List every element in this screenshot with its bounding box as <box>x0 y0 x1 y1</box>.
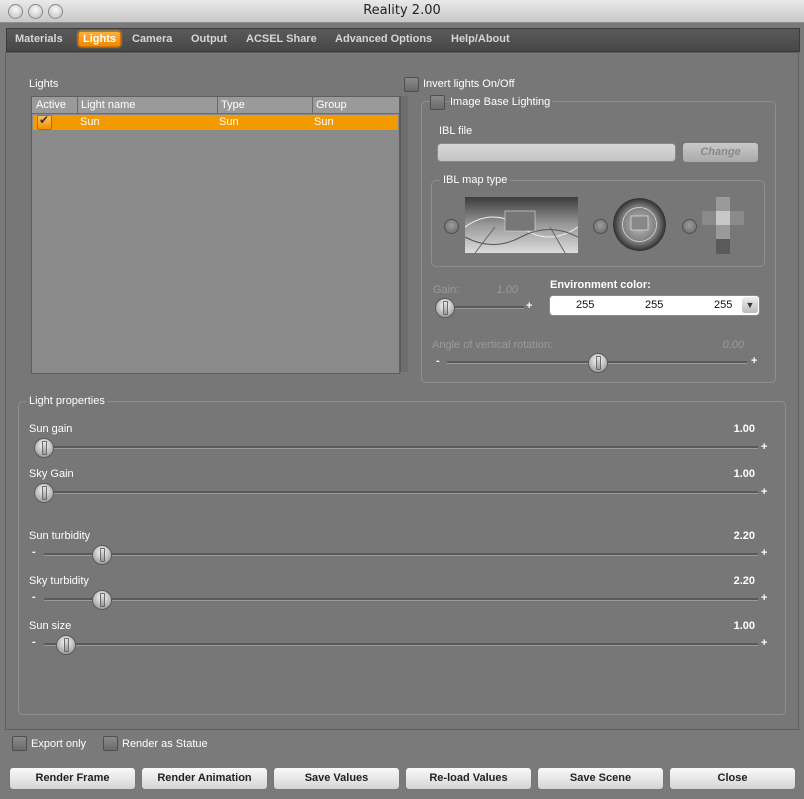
reload-values-button[interactable]: Re-load Values <box>405 767 532 790</box>
sun-turbidity-slider-knob[interactable] <box>92 545 113 565</box>
tab-materials[interactable]: Materials <box>15 33 63 45</box>
render-animation-button[interactable]: Render Animation <box>141 767 268 790</box>
column-active[interactable]: Active <box>36 99 66 111</box>
cross-map-thumbnail <box>702 197 744 254</box>
rotation-slider-knob[interactable] <box>588 353 608 373</box>
window-title-bar: Reality 2.00 <box>0 0 804 23</box>
window-title: Reality 2.00 <box>363 3 441 18</box>
tab-bar: Materials Lights Camera Output ACSEL Sha… <box>6 28 800 52</box>
sky-gain-value: 1.00 <box>733 468 755 480</box>
light-properties-label: Light properties <box>26 395 108 407</box>
sun-size-plus-icon[interactable]: + <box>761 637 767 649</box>
tab-camera[interactable]: Camera <box>132 33 172 45</box>
sun-size-label: Sun size <box>29 620 72 632</box>
angular-map-thumbnail <box>613 198 666 251</box>
sun-turbidity-value: 2.20 <box>733 530 755 542</box>
tab-help-about[interactable]: Help/About <box>451 33 510 45</box>
tab-advanced-options[interactable]: Advanced Options <box>335 33 432 45</box>
map-type-latlong-radio[interactable] <box>444 219 459 234</box>
render-frame-button[interactable]: Render Frame <box>9 767 136 790</box>
sun-turbidity-slider-track[interactable] <box>44 553 758 556</box>
gain-label: Gain: <box>433 284 460 296</box>
sky-gain-label: Sky Gain <box>29 468 74 480</box>
env-color-label: Environment color: <box>550 279 651 291</box>
env-color-field[interactable]: 255 255 255 ▼ <box>549 295 760 316</box>
map-type-angular-radio[interactable] <box>593 219 608 234</box>
env-color-r[interactable]: 255 <box>576 299 594 311</box>
ibl-map-type-label: IBL map type <box>440 174 511 186</box>
tab-lights[interactable]: Lights <box>78 31 121 47</box>
sun-gain-plus-icon[interactable]: + <box>761 441 767 453</box>
column-type[interactable]: Type <box>221 99 245 111</box>
ibl-file-label: IBL file <box>439 125 473 137</box>
sun-size-slider-track[interactable] <box>44 643 758 646</box>
rotation-label: Angle of vertical rotation: <box>432 339 554 351</box>
sun-size-value: 1.00 <box>733 620 755 632</box>
ibl-file-field[interactable] <box>437 143 676 162</box>
sky-turbidity-slider-knob[interactable] <box>92 590 113 610</box>
save-scene-button[interactable]: Save Scene <box>537 767 664 790</box>
gain-plus-icon[interactable]: + <box>526 300 532 312</box>
rotation-value: 0.00 <box>722 339 744 351</box>
light-name-cell: Sun <box>80 116 100 128</box>
render-as-statue-checkbox[interactable] <box>103 736 118 751</box>
light-group-cell: Sun <box>314 116 334 128</box>
sky-turbidity-value: 2.20 <box>733 575 755 587</box>
lights-section-label: Lights <box>29 78 59 90</box>
sun-turbidity-minus-icon[interactable]: - <box>32 546 36 558</box>
lights-table[interactable]: Active Light name Type Group Sun Sun Sun <box>31 96 400 374</box>
save-values-button[interactable]: Save Values <box>273 767 400 790</box>
invert-lights-label: Invert lights On/Off <box>423 78 515 90</box>
env-color-b[interactable]: 255 <box>714 299 732 311</box>
sky-gain-slider-track[interactable] <box>36 491 758 494</box>
invert-lights-checkbox[interactable] <box>404 77 419 92</box>
active-checkbox[interactable] <box>37 113 52 130</box>
gain-value: 1.00 <box>496 284 518 296</box>
sky-turbidity-plus-icon[interactable]: + <box>761 592 767 604</box>
ibl-checkbox[interactable] <box>430 95 445 110</box>
sky-turbidity-label: Sky turbidity <box>29 575 89 587</box>
tab-acsel-share[interactable]: ACSEL Share <box>246 33 317 45</box>
sun-gain-slider-track[interactable] <box>36 446 758 449</box>
sky-turbidity-slider-track[interactable] <box>44 598 758 601</box>
tab-output[interactable]: Output <box>191 33 227 45</box>
close-button[interactable]: Close <box>669 767 796 790</box>
env-color-dropdown-icon[interactable]: ▼ <box>742 297 758 313</box>
rotation-minus-icon[interactable]: - <box>436 355 440 367</box>
sun-size-minus-icon[interactable]: - <box>32 636 36 648</box>
column-light-name[interactable]: Light name <box>81 99 135 111</box>
rotation-plus-icon[interactable]: + <box>751 355 757 367</box>
column-group[interactable]: Group <box>316 99 347 111</box>
render-as-statue-label: Render as Statue <box>122 738 208 750</box>
export-only-checkbox[interactable] <box>12 736 27 751</box>
env-color-g[interactable]: 255 <box>645 299 663 311</box>
lights-table-scrollbar[interactable] <box>400 96 408 372</box>
sun-gain-value: 1.00 <box>733 423 755 435</box>
lights-table-header: Active Light name Type Group <box>32 97 399 114</box>
latlong-map-thumbnail <box>464 196 579 254</box>
light-type-cell: Sun <box>219 116 239 128</box>
export-only-label: Export only <box>31 738 87 750</box>
table-row[interactable]: Sun Sun Sun <box>33 113 398 130</box>
change-button[interactable]: Change <box>682 142 759 163</box>
sky-gain-plus-icon[interactable]: + <box>761 486 767 498</box>
sky-turbidity-minus-icon[interactable]: - <box>32 591 36 603</box>
map-type-cross-radio[interactable] <box>682 219 697 234</box>
sun-gain-label: Sun gain <box>29 423 73 435</box>
sun-turbidity-plus-icon[interactable]: + <box>761 547 767 559</box>
sun-turbidity-label: Sun turbidity <box>29 530 91 542</box>
ibl-label: Image Base Lighting <box>450 96 554 108</box>
